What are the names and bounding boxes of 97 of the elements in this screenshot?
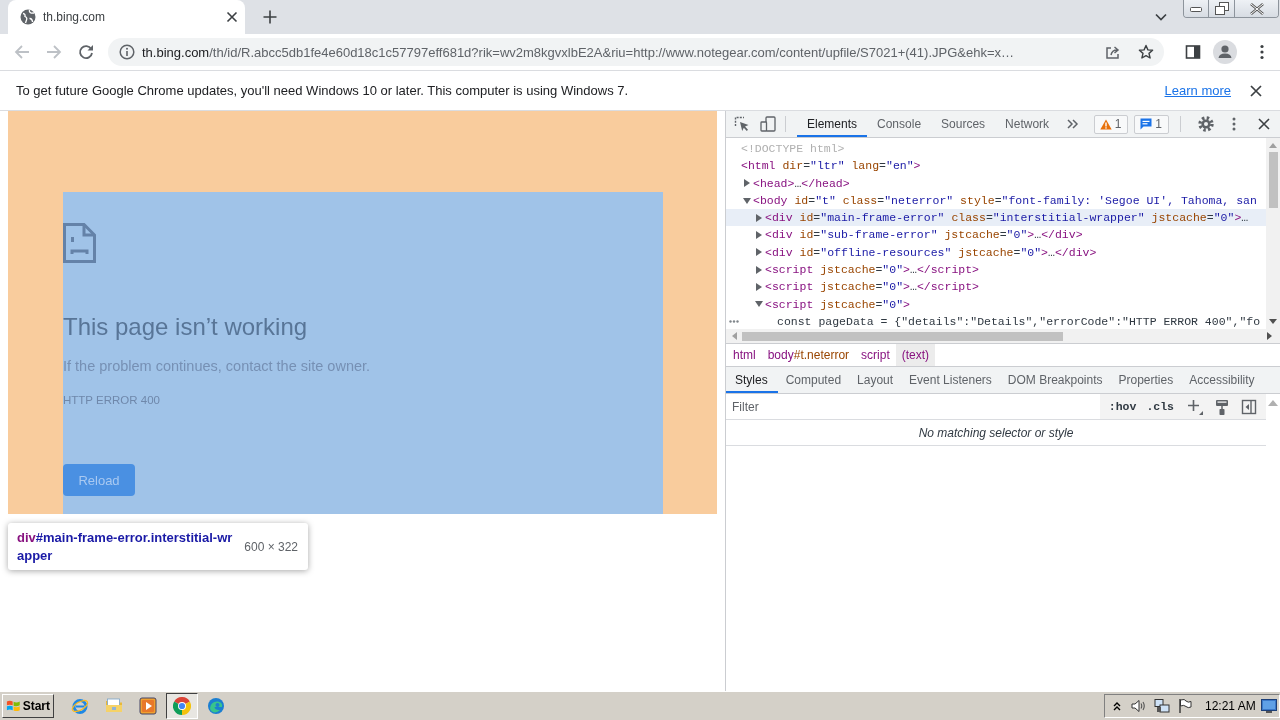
share-icon[interactable] [1105,44,1121,60]
caret-right-icon[interactable] [756,265,762,274]
close-icon[interactable] [1249,83,1263,98]
sidebar-tab[interactable]: Layout [849,367,902,393]
breadcrumb[interactable]: script [855,344,896,366]
start-button[interactable]: Start [2,694,54,718]
address-bar[interactable]: th.bing.com/th/id/R.abcc5db1fe4e60d18c1c57797eff681d?rik=wv2m8kgvxlbE2A&riu=http://www.notegear.com/content/upfile/S7021+(41).JPG&ehk=x… [108,38,1164,66]
caret-right-icon[interactable] [756,248,762,257]
vertical-scrollbar[interactable] [1266,138,1280,329]
minimize-button[interactable] [1184,0,1209,17]
scroll-down-icon[interactable] [1269,319,1277,324]
speaker-icon[interactable] [1130,698,1146,714]
globe-icon [20,9,36,25]
scroll-right-icon[interactable] [1267,332,1272,340]
restore-icon [1214,2,1229,15]
star-icon[interactable] [1138,44,1154,60]
error-title: This page isn’t working [63,313,308,341]
sad-page-icon [63,223,96,263]
sidebar-tab[interactable]: Event Listeners [901,367,1000,393]
dom-tree-row[interactable]: <script jstcache="0">…</script> [726,278,1266,296]
caret-right-icon[interactable] [756,231,762,240]
minimize-icon [1190,5,1202,12]
dots-icon[interactable] [729,319,739,323]
close-icon [1249,2,1264,15]
issue-counter-button[interactable]: 1 [1134,114,1169,134]
settings-icon[interactable] [1198,116,1214,132]
devtools-tab[interactable]: Elements [797,111,868,137]
network-icon[interactable] [1154,698,1170,714]
issue-counter-button[interactable]: 1 [1093,114,1129,134]
profile-avatar-icon[interactable] [1213,40,1237,64]
globe-e-icon [71,697,89,715]
plus-icon[interactable] [1187,398,1203,415]
reload-icon[interactable] [78,44,94,60]
breadcrumb[interactable]: body#t.neterror [761,344,856,366]
dom-tree-row[interactable]: <div id="offline-resources" jstcache="0">…</div> [726,243,1266,262]
close-icon[interactable] [1258,118,1270,130]
more-menu-icon[interactable] [1260,44,1264,60]
side-panel-icon[interactable] [1185,44,1201,60]
dom-tree-row[interactable]: <body id="t" class="neterror" style="font-family: 'Segoe UI', Tahoma, san [726,191,1266,210]
horizontal-scrollbar[interactable] [726,329,1280,343]
swirl-logo-icon [207,697,225,715]
restore-button[interactable] [1209,0,1235,17]
flag-icon[interactable] [1177,698,1193,714]
dom-tree-row[interactable]: <script jstcache="0"> [726,295,1266,313]
element-size: 600 × 322 [244,539,298,554]
sidebar-tab[interactable]: DOM Breakpoints [999,367,1111,393]
filter-toggle-button[interactable]: .cls [1141,400,1179,413]
devtools-tab[interactable]: Console [867,111,932,137]
browser-tab[interactable]: th.bing.com [8,0,245,34]
url-text: th.bing.com/th/id/R.abcc5db1fe4e60d18c1c57797eff681d?rik=wv2m8kgvxlbE2A&riu=http://www.notegear.com/content/upfile/S7021+(41).JPG&ehk=x… [142,44,1016,60]
sidebar-tab[interactable]: Computed [777,367,850,393]
media-play-icon [139,697,157,715]
devtools-tab[interactable]: Network [995,111,1060,137]
clock-text: 12:21 AM [1205,699,1256,713]
close-icon[interactable] [224,9,240,25]
folder-icon [105,697,123,715]
warning-icon [1099,118,1112,130]
caret-right-icon[interactable] [756,213,762,222]
sidebar-toggle-icon[interactable] [1241,398,1257,415]
flag-logo-icon [6,698,21,714]
show-desktop-icon[interactable] [1261,699,1277,713]
new-tab-plus-icon[interactable] [262,9,278,25]
message-icon [1140,118,1153,130]
inspect-element-icon[interactable] [734,116,750,132]
caret-down-icon[interactable] [755,301,763,308]
double-chevron-icon[interactable] [1067,119,1080,129]
dom-tree-row[interactable]: <div id="sub-frame-error" jstcache="0">…</div> [726,226,1266,244]
sidebar-tab[interactable]: Styles [726,367,778,393]
breadcrumb[interactable]: (text) [895,344,936,366]
dom-tree-row[interactable]: const pageData = {"details":"Details","errorCode":"HTTP ERROR 400","fo [726,312,1266,331]
dom-tree-row[interactable]: <head>…</head> [726,174,1266,192]
dom-tree-row[interactable]: <html dir="ltr" lang="en"> [726,157,1266,175]
breadcrumb[interactable]: html [727,344,762,366]
scrollbar-thumb[interactable] [1268,152,1278,208]
taskbar-app-button[interactable] [166,693,198,719]
info-icon[interactable] [119,44,135,60]
element-selector: div#main-frame-error.interstitial-wrapper [17,528,233,565]
update-message: To get future Google Chrome updates, you'll need Windows 10 or later. This computer is using Windows 7. [16,83,629,98]
caret-right-icon[interactable] [744,179,750,188]
error-code: HTTP ERROR 400 [63,393,160,408]
paint-roller-icon[interactable] [1215,398,1229,415]
chevron-up-icon[interactable] [1113,701,1121,711]
scrollbar-thumb[interactable] [742,331,1063,341]
circle-logo-icon [173,697,191,715]
dom-tree-row[interactable]: <div id="main-frame-error" class="interstitial-wrapper" jstcache="0">… [726,209,1266,227]
device-toolbar-icon[interactable] [760,116,776,132]
caret-right-icon[interactable] [756,283,762,291]
filter-toggle-button[interactable]: :hov [1103,400,1142,413]
dom-tree-row[interactable]: <script jstcache="0">…</script> [726,261,1266,279]
caret-down-icon[interactable] [743,197,751,204]
more-menu-icon[interactable] [1232,117,1236,131]
sidebar-tab[interactable]: Accessibility [1181,367,1263,393]
empty-styles-message: No matching selector or style [726,420,1266,446]
learn-more-link[interactable]: Learn more [1164,83,1231,98]
devtools-tab[interactable]: Sources [931,111,996,137]
close-window-button[interactable] [1235,0,1278,17]
sidebar-tab[interactable]: Properties [1110,367,1182,393]
